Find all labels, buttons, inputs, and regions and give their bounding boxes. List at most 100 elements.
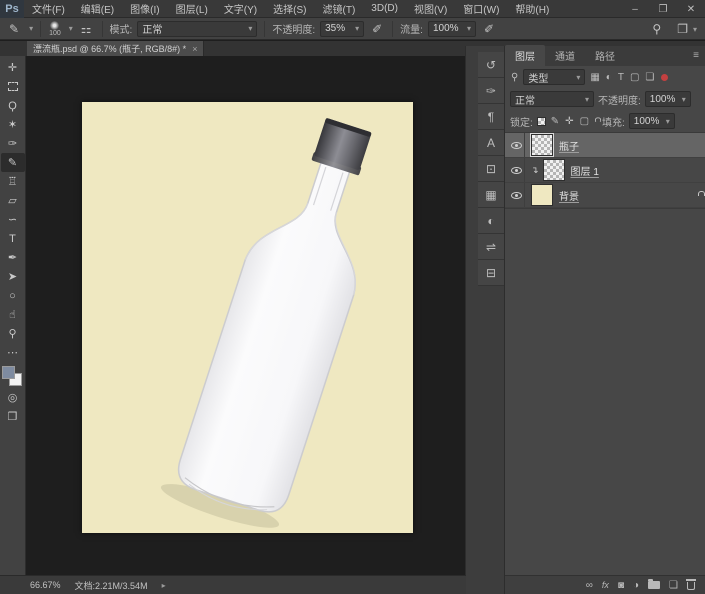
brush-panel-button[interactable]: ✑ — [478, 78, 504, 104]
layer-thumbnail[interactable] — [531, 184, 553, 206]
visibility-toggle[interactable] — [509, 158, 525, 182]
filter-adjustment-icon[interactable]: ◐ — [605, 72, 613, 83]
layer-thumbnail[interactable] — [531, 134, 553, 156]
zoom-level[interactable]: 66.67% — [30, 580, 61, 590]
visibility-toggle[interactable] — [509, 183, 525, 207]
eraser-tool[interactable]: ▱ — [1, 191, 25, 210]
menu-window[interactable]: 窗口(W) — [455, 0, 507, 18]
tab-layers[interactable]: 图层 — [505, 45, 545, 66]
layer-row-layer1[interactable]: ↴ 图层 1 — [505, 158, 705, 183]
layer-name[interactable]: 背景 — [559, 188, 579, 203]
lock-artboard-icon[interactable]: ▢ — [579, 116, 590, 127]
smudge-tool[interactable]: ∽ — [1, 210, 25, 229]
paragraph-panel-button[interactable]: ¶ — [478, 104, 504, 130]
menu-layer[interactable]: 图层(L) — [168, 0, 216, 18]
blend-mode-select[interactable]: 正常 ▾ — [137, 21, 257, 37]
layer-mask-icon[interactable]: ◙ — [618, 580, 624, 591]
history-panel-button[interactable]: ↺ — [478, 52, 504, 78]
layer-opacity-select[interactable]: 100% ▾ — [645, 91, 691, 107]
layer-blend-mode-select[interactable]: 正常 ▾ — [510, 91, 594, 107]
info-panel-button[interactable]: ⊟ — [478, 260, 504, 286]
search-icon[interactable]: ⚲ — [649, 22, 664, 36]
layer-comps-panel-button[interactable]: ▦ — [478, 182, 504, 208]
layer-name[interactable]: 瓶子 — [559, 138, 579, 153]
opacity-select[interactable]: 35% ▾ — [320, 21, 364, 37]
menu-file[interactable]: 文件(F) — [24, 0, 73, 18]
flow-select[interactable]: 100% ▾ — [428, 21, 476, 37]
minimize-button[interactable]: – — [621, 0, 649, 18]
adjustment-layer-icon[interactable]: ◑ — [633, 580, 639, 591]
menu-type[interactable]: 文字(Y) — [216, 0, 265, 18]
filter-kind-select[interactable]: 类型 ▾ — [523, 69, 585, 85]
filter-toggle-icon[interactable] — [661, 74, 668, 81]
layer-thumbnail[interactable] — [543, 159, 565, 181]
fill-select[interactable]: 100% ▾ — [629, 113, 675, 129]
chevron-down-icon[interactable]: ▾ — [29, 24, 33, 33]
lock-position-icon[interactable]: ✛ — [564, 116, 574, 127]
status-arrow-icon[interactable]: ▸ — [162, 581, 166, 590]
properties-panel-button[interactable]: ⇌ — [478, 234, 504, 260]
layer-row-bottle[interactable]: 瓶子 — [505, 133, 705, 158]
eyedropper-tool[interactable]: ✑ — [1, 134, 25, 153]
menu-view[interactable]: 视图(V) — [406, 0, 455, 18]
workspace-switcher[interactable]: ❐ ▾ — [674, 22, 697, 36]
filter-search-icon[interactable]: ⚲ — [510, 72, 519, 83]
brush-tool[interactable]: ✎ — [1, 153, 25, 172]
filter-pixel-icon[interactable]: ▦ — [589, 72, 600, 83]
menu-filter[interactable]: 滤镜(T) — [315, 0, 364, 18]
link-layers-icon[interactable]: ∞ — [586, 580, 593, 591]
path-selection-tool[interactable]: ➤ — [1, 267, 25, 286]
quick-selection-tool[interactable]: ✶ — [1, 115, 25, 134]
visibility-toggle[interactable] — [509, 133, 525, 157]
chevron-down-icon[interactable]: ▾ — [69, 24, 73, 33]
maximize-button[interactable]: ❐ — [649, 0, 677, 18]
chevron-down-icon: ▾ — [248, 24, 252, 33]
clone-source-panel-button[interactable]: ⊡ — [478, 156, 504, 182]
zoom-tool[interactable]: ⚲ — [1, 324, 25, 343]
brush-tool-preset-icon[interactable]: ✎ — [6, 22, 22, 36]
layer-name[interactable]: 图层 1 — [571, 163, 599, 178]
new-layer-icon[interactable]: ❏ — [669, 580, 678, 591]
clone-stamp-tool[interactable]: ♖ — [1, 172, 25, 191]
menu-help[interactable]: 帮助(H) — [507, 0, 557, 18]
layer-row-background[interactable]: 背景 — [505, 183, 705, 208]
toggle-brush-panel-icon[interactable]: ⚏ — [78, 22, 95, 36]
filter-shape-icon[interactable]: ▢ — [629, 72, 640, 83]
document-tab[interactable]: 漂流瓶.psd @ 66.7% (瓶子, RGB/8#) * × — [27, 41, 204, 56]
shape-tool[interactable]: ○ — [1, 286, 25, 305]
filter-type-icon[interactable]: T — [617, 72, 625, 83]
lock-transparency-icon[interactable] — [537, 117, 546, 126]
filter-smart-object-icon[interactable]: ❏ — [644, 72, 655, 83]
layer-style-icon[interactable]: fx — [602, 580, 609, 590]
marquee-tool[interactable] — [1, 77, 25, 96]
foreground-color-swatch[interactable] — [2, 366, 15, 379]
brush-preset-picker[interactable]: 100 — [49, 21, 61, 37]
tab-paths[interactable]: 路径 — [585, 45, 625, 66]
airbrush-icon[interactable]: ✐ — [481, 22, 497, 36]
canvas-pasteboard[interactable] — [27, 56, 466, 575]
pen-tool[interactable]: ✒ — [1, 248, 25, 267]
pressure-opacity-icon[interactable]: ✐ — [369, 22, 385, 36]
type-tool[interactable]: T — [1, 229, 25, 248]
edit-toolbar-button[interactable]: ⋯ — [1, 343, 25, 362]
character-styles-panel-button[interactable]: A — [478, 130, 504, 156]
screen-mode-button[interactable]: ❐ — [1, 407, 25, 426]
delete-layer-icon[interactable] — [687, 580, 695, 590]
close-tab-icon[interactable]: × — [192, 44, 197, 54]
canvas-document[interactable] — [82, 102, 413, 533]
menu-3d[interactable]: 3D(D) — [363, 0, 406, 18]
menu-edit[interactable]: 编辑(E) — [73, 0, 122, 18]
menu-select[interactable]: 选择(S) — [265, 0, 314, 18]
new-group-icon[interactable] — [648, 581, 660, 589]
close-button[interactable]: ✕ — [677, 0, 705, 18]
move-tool[interactable]: ✛ — [1, 58, 25, 77]
character-styles-icon: A — [487, 136, 495, 150]
tab-channels[interactable]: 通道 — [545, 45, 585, 66]
menu-image[interactable]: 图像(I) — [122, 0, 167, 18]
adjustments-panel-button[interactable]: ◐ — [478, 208, 504, 234]
panel-menu-icon[interactable]: ≡ — [693, 50, 699, 61]
lasso-tool[interactable]: Ϙ — [1, 96, 25, 115]
lock-pixels-icon[interactable]: ✎ — [550, 116, 560, 127]
hand-tool[interactable]: ☝ — [1, 305, 25, 324]
quick-mask-button[interactable]: ◎ — [1, 388, 25, 407]
